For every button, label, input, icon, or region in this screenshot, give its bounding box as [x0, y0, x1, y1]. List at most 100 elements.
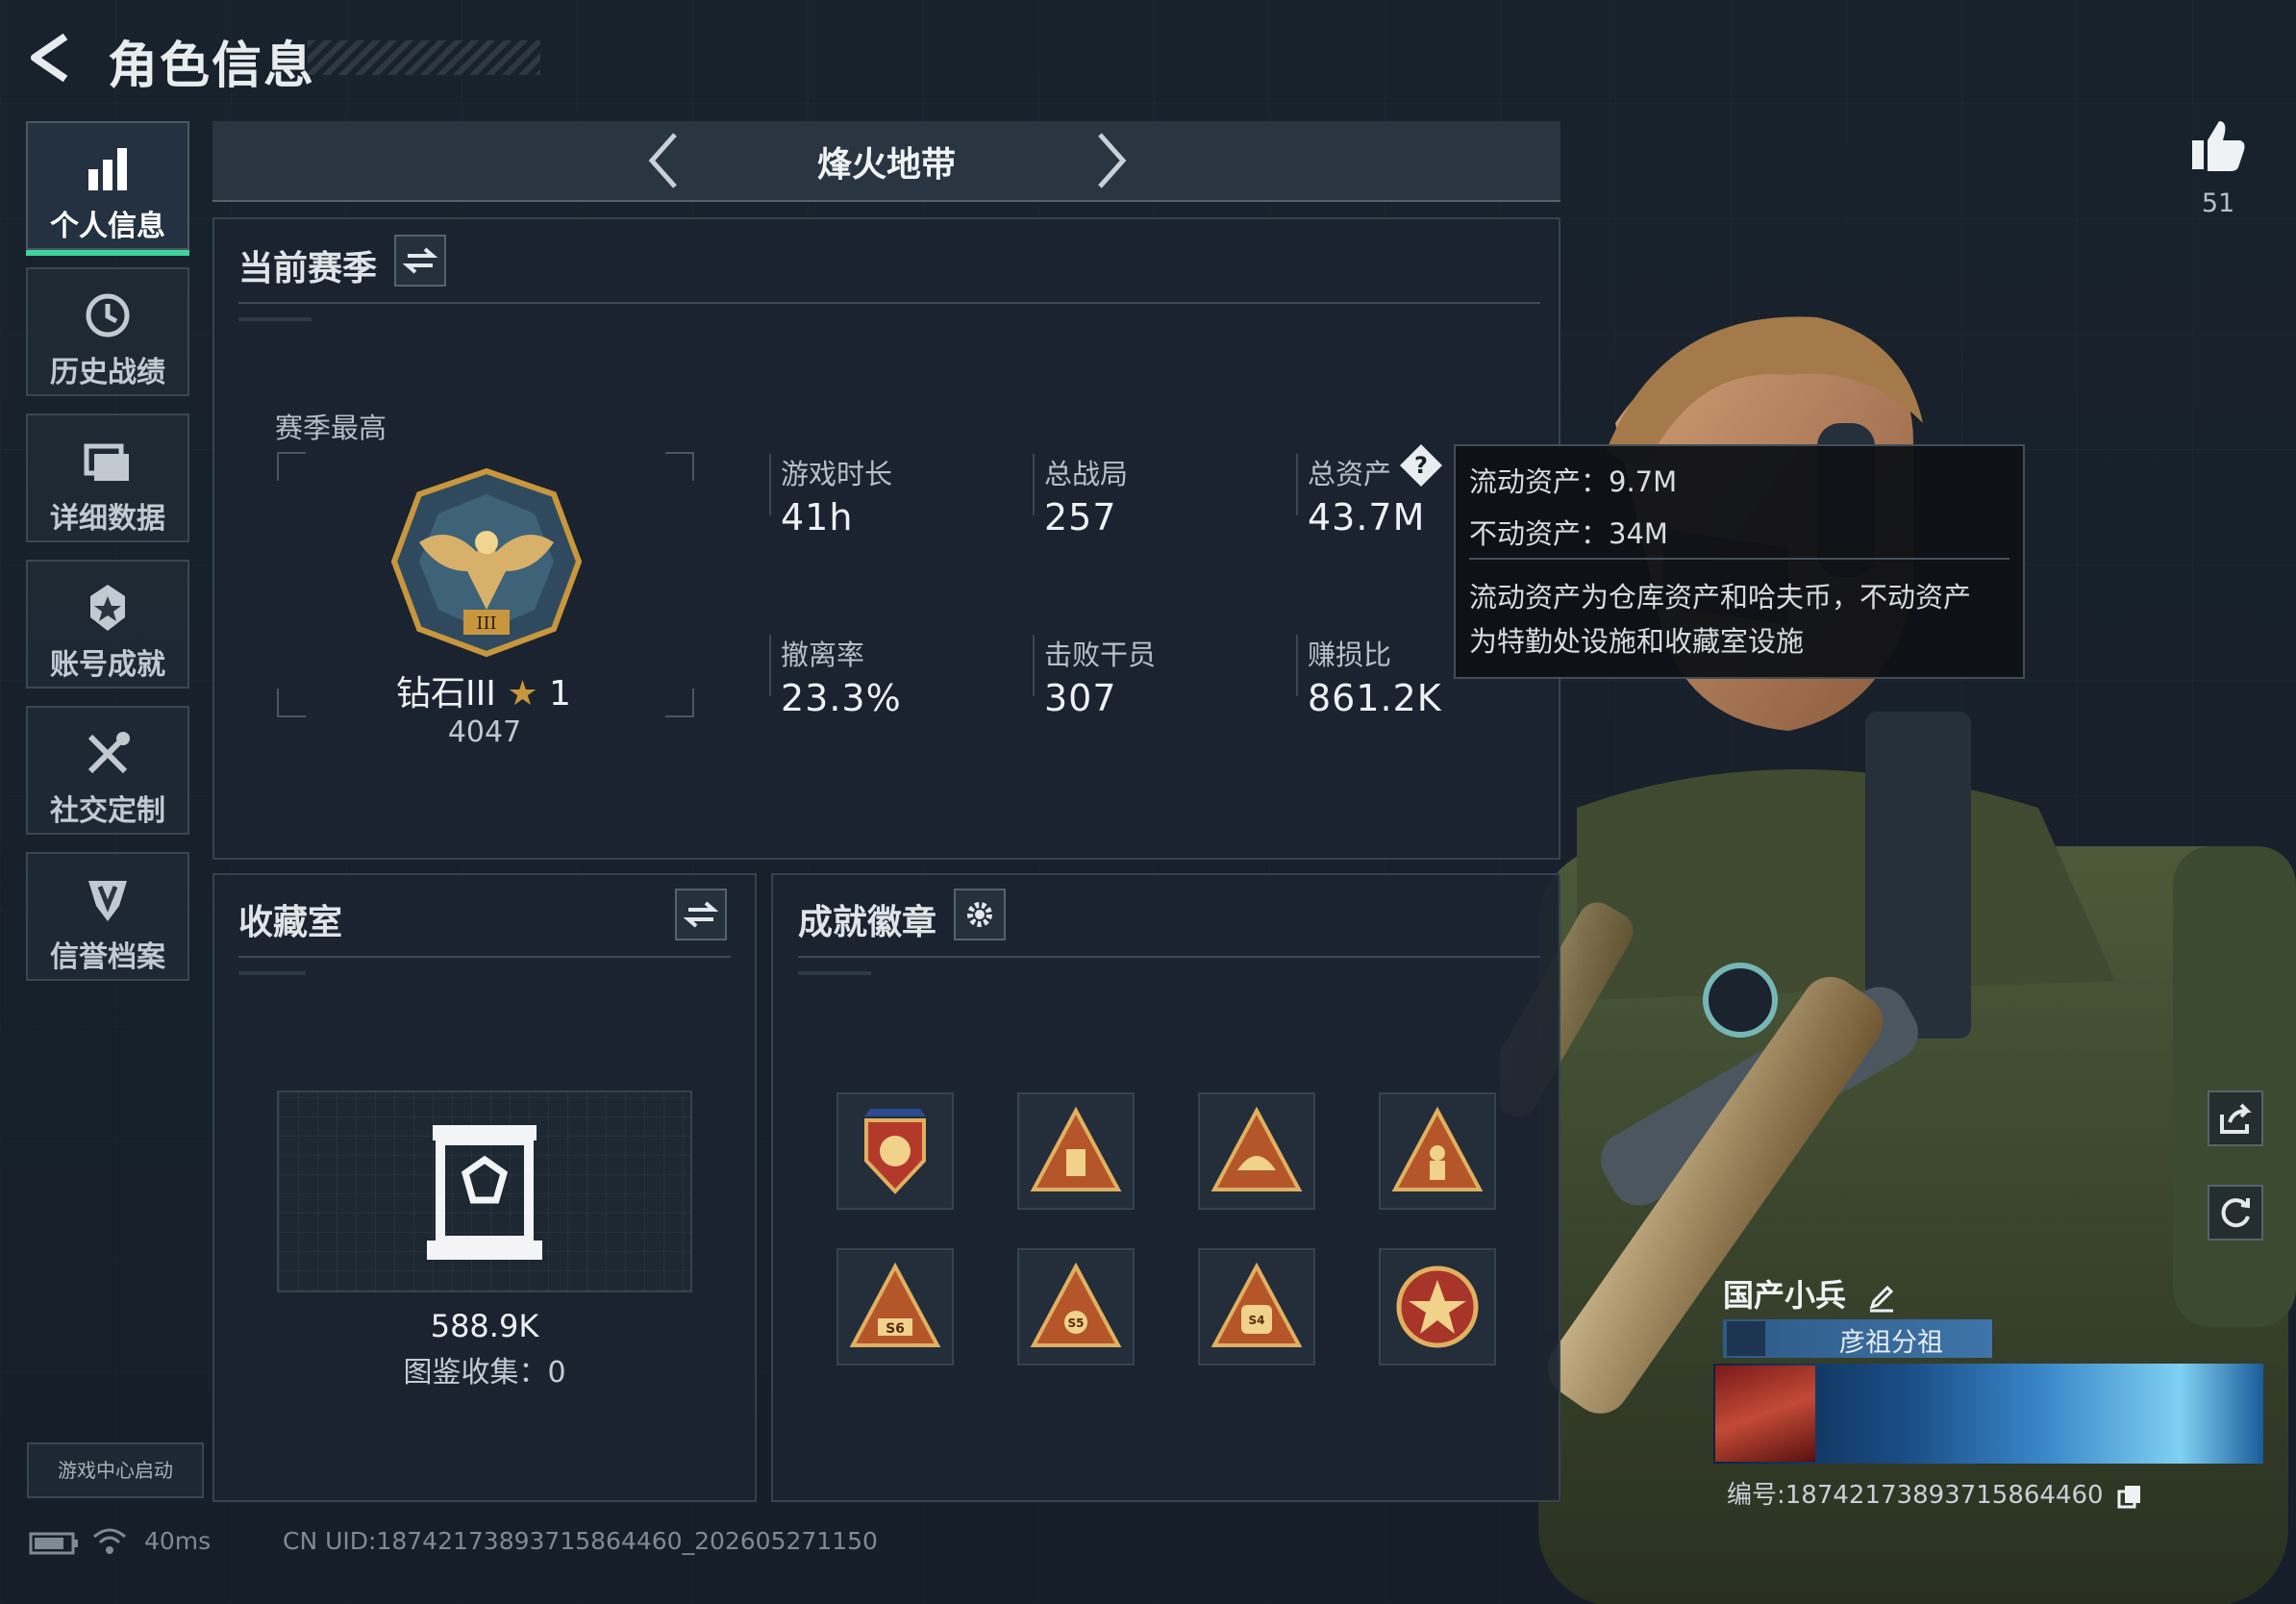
share-button[interactable] [2208, 1090, 2263, 1146]
decor-line [238, 971, 306, 975]
divider [798, 956, 1540, 958]
sidebar-item-label: 历史战绩 [50, 356, 165, 389]
uid-text: CN UID:18742173893715864460_202605271150 [283, 1527, 878, 1555]
tooltip-liquid-assets: 流动资产：9.7M [1469, 465, 1678, 498]
player-id-text: 编号:1874217389371586446​0 [1727, 1481, 2104, 1510]
sidebar-item-label: 信誉档案 [50, 940, 165, 974]
player-card-emblem [1715, 1366, 1815, 1462]
triangle-badge-icon [1391, 1106, 1484, 1191]
back-arrow-icon[interactable] [27, 33, 77, 83]
stat-label-matches: 总战局 [1044, 458, 1129, 490]
badges-settings-button[interactable] [954, 889, 1006, 940]
frame-corner [277, 452, 306, 481]
stat-value-matches: 257 [1044, 496, 1117, 539]
season-badge-icon: S6 [849, 1262, 941, 1347]
rank-points: 4047 [447, 715, 522, 749]
frame-corner [277, 689, 306, 717]
badge-slot[interactable] [1379, 1248, 1496, 1366]
title-decoration [308, 40, 540, 75]
badge-slot[interactable] [836, 1092, 954, 1210]
badge-slot[interactable]: S5 [1017, 1248, 1135, 1366]
sidebar-item-history[interactable]: 历史战绩 [26, 267, 189, 396]
rank-emblem-icon: III [390, 467, 583, 658]
rank-name: 钻石III ★ 1 [396, 665, 571, 715]
svg-text:S6: S6 [886, 1321, 905, 1337]
sidebar-item-personal-info[interactable]: 个人信息 [26, 121, 189, 256]
badge-slot[interactable]: S4 [1198, 1248, 1315, 1366]
svg-text:S4: S4 [1249, 1314, 1265, 1327]
edit-pencil-icon[interactable] [1866, 1282, 1897, 1313]
triangle-badge-icon [1210, 1106, 1303, 1191]
round-badge-icon [1396, 1266, 1479, 1348]
sidebar-item-label: 社交定制 [50, 794, 165, 828]
season-badge-icon: S5 [1030, 1262, 1122, 1347]
collection-title: 收藏室 [238, 903, 343, 942]
rank-stars: 1 [549, 674, 571, 714]
frame-corner [665, 452, 694, 481]
season-title: 当前赛季 [238, 249, 378, 288]
player-id: 编号:1874217389371586446​0 [1727, 1475, 2142, 1511]
swap-icon [402, 247, 438, 274]
sidebar-item-achievements[interactable]: 账号成就 [26, 560, 189, 689]
shield-badge-icon [864, 1109, 926, 1194]
folder-icon [84, 443, 129, 481]
group-avatar [1727, 1321, 1765, 1356]
svg-text:?: ? [1414, 452, 1428, 479]
divider [769, 635, 771, 696]
display-case-icon [427, 1125, 542, 1260]
decor-line [798, 971, 871, 975]
badge-slot[interactable] [1379, 1092, 1496, 1210]
badge-slot[interactable]: S6 [836, 1248, 954, 1366]
stat-label-assets: 总资产 [1308, 458, 1392, 490]
collection-switch-button[interactable] [675, 889, 727, 940]
sidebar-item-label: 详细数据 [50, 502, 165, 536]
group-name: 彦祖分祖 [1839, 1328, 1943, 1358]
thumbs-up-icon[interactable] [2188, 115, 2248, 175]
divider [1033, 635, 1035, 696]
next-mode-arrow-icon[interactable] [1090, 129, 1133, 192]
tooltip-divider [1469, 558, 2009, 560]
achievement-star-icon [90, 585, 125, 631]
battery-icon [29, 1532, 78, 1555]
stat-label-kills: 击败干员 [1044, 639, 1157, 671]
tooltip-desc-line2: 为特勤处设施和收藏室设施 [1469, 625, 1805, 658]
divider [1033, 454, 1035, 515]
badge-slot[interactable] [1017, 1092, 1135, 1210]
season-switch-button[interactable] [394, 235, 446, 287]
season-best-label: 赛季最高 [275, 412, 387, 444]
help-icon[interactable]: ? [1398, 442, 1444, 489]
tools-icon [87, 732, 130, 774]
stat-value-extract-rate: 23.3% [781, 677, 902, 719]
swap-icon [683, 901, 719, 928]
tooltip-fixed-assets: 不动资产：34M [1469, 517, 1668, 550]
collection-value: 588.9K [430, 1308, 539, 1344]
sidebar-item-social[interactable]: 社交定制 [26, 706, 189, 835]
divider [769, 454, 771, 515]
decor-line [238, 317, 312, 321]
game-center-launch[interactable]: 游戏中心启动 [27, 1442, 204, 1498]
sidebar-item-details[interactable]: 详细数据 [26, 414, 189, 542]
rank-name-text: 钻石III [396, 674, 496, 714]
player-name-text: 国产小兵 [1723, 1277, 1847, 1314]
wifi-icon [93, 1528, 126, 1554]
history-clock-icon [86, 293, 130, 338]
player-name: 国产小兵 [1723, 1271, 1897, 1316]
badge-slot[interactable] [1198, 1092, 1315, 1210]
star-icon: ★ [507, 674, 538, 714]
divider [238, 956, 731, 958]
like-count: 51 [2201, 188, 2235, 218]
stat-label-extract-rate: 撤离率 [781, 639, 865, 671]
stat-value-kills: 307 [1044, 677, 1117, 719]
share-icon [2220, 1103, 2252, 1134]
sidebar-item-credit[interactable]: 信誉档案 [26, 852, 189, 981]
divider [238, 302, 1540, 304]
credit-shield-icon [88, 881, 127, 921]
refresh-button[interactable] [2208, 1185, 2263, 1241]
prev-mode-arrow-icon[interactable] [642, 129, 685, 192]
season-badge-icon: S4 [1210, 1262, 1303, 1347]
sidebar-item-label: 个人信息 [50, 210, 165, 243]
stat-label-playtime: 游戏时长 [781, 458, 893, 490]
triangle-badge-icon [1030, 1106, 1122, 1191]
copy-icon[interactable] [2117, 1484, 2142, 1509]
svg-text:S5: S5 [1068, 1316, 1085, 1330]
